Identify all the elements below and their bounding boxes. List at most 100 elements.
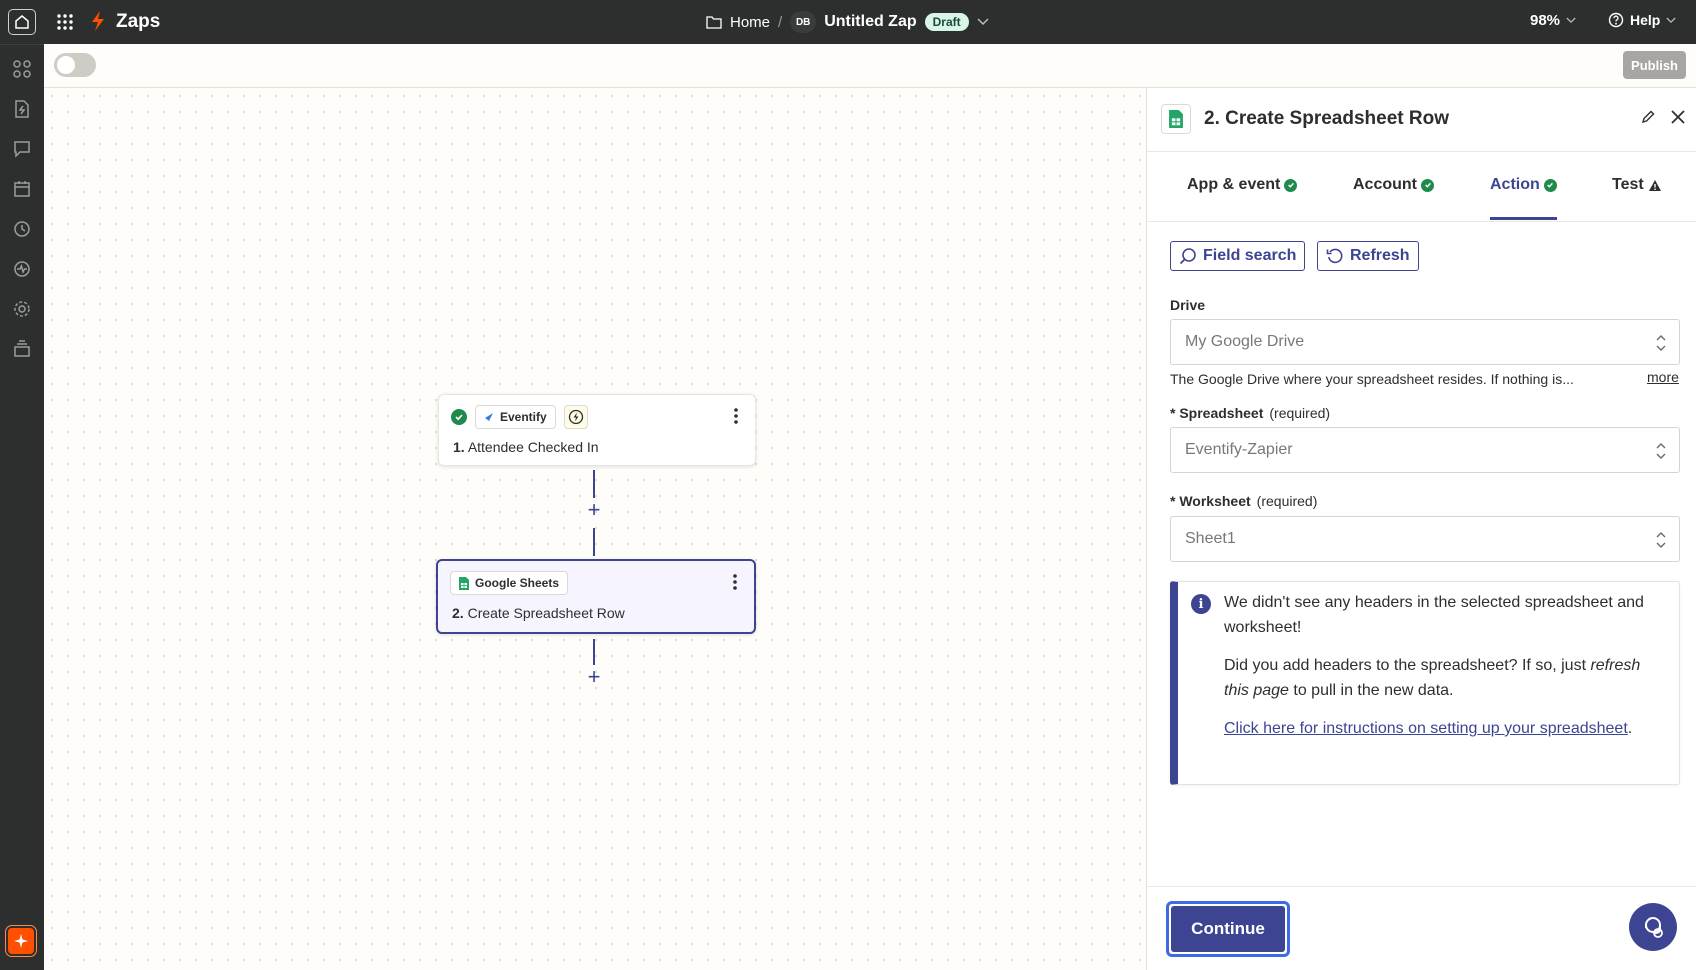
editor-toolbar: Publish (44, 44, 1696, 88)
home-icon (15, 15, 29, 29)
breadcrumb: Home / DB Untitled Zap Draft (706, 11, 989, 33)
apps-icon[interactable] (12, 59, 32, 79)
zoom-level: 98% (1530, 12, 1561, 29)
step-card-trigger[interactable]: Eventify 1. Attendee Checked In (438, 394, 756, 466)
step-title: 1. Attendee Checked In (453, 439, 599, 455)
updown-chevron-icon (1656, 443, 1666, 459)
app-title[interactable]: Zaps (116, 11, 160, 33)
home-button[interactable] (8, 9, 36, 35)
worksheet-label: * Worksheet (required) (1170, 493, 1318, 509)
kebab-menu-icon[interactable] (733, 407, 739, 425)
drive-value: My Google Drive (1185, 333, 1305, 350)
refresh-button[interactable]: Refresh (1317, 241, 1419, 271)
status-badge: Draft (924, 13, 969, 31)
help-menu[interactable]: Help (1608, 12, 1676, 28)
add-step-button[interactable]: + (586, 666, 602, 688)
breadcrumb-separator: / (778, 13, 783, 31)
left-sidebar (0, 44, 44, 970)
panel-footer: Continue (1147, 886, 1696, 970)
settings-gear-icon[interactable] (12, 299, 32, 319)
alert-message: We didn't see any headers in the selecte… (1224, 594, 1644, 636)
panel-title: 2. Create Spreadsheet Row (1204, 108, 1449, 129)
step-tabs: App & event Account Action Test (1147, 152, 1696, 222)
worksheet-value: Sheet1 (1185, 530, 1236, 547)
step-app-name: Eventify (500, 410, 547, 424)
trigger-bolt-icon (563, 405, 588, 429)
connector-line (593, 470, 595, 498)
google-sheets-icon (459, 576, 469, 590)
eventify-logo-icon (485, 413, 493, 421)
kebab-menu-icon[interactable] (732, 573, 738, 591)
zap-file-icon[interactable] (12, 99, 32, 119)
tab-app-event[interactable]: App & event (1187, 176, 1298, 194)
step-complete-icon (451, 409, 467, 425)
spreadsheet-value: Eventify-Zapier (1185, 441, 1293, 458)
chevron-down-icon[interactable] (977, 18, 989, 26)
zoom-control[interactable]: 98% (1530, 12, 1576, 29)
avatar: DB (790, 11, 817, 33)
drive-select[interactable]: My Google Drive (1170, 319, 1680, 365)
refresh-icon (1326, 248, 1343, 264)
step-title: 2. Create Spreadsheet Row (452, 605, 625, 621)
active-tab-indicator (1490, 217, 1557, 220)
app-chip-eventify: Eventify (475, 405, 556, 429)
activity-icon[interactable] (12, 259, 32, 279)
app-grid-button[interactable] (56, 12, 76, 32)
panel-header: 2. Create Spreadsheet Row (1147, 88, 1696, 152)
spreadsheet-label: * Spreadsheet (required) (1170, 405, 1331, 421)
tab-test[interactable]: Test (1612, 176, 1662, 194)
tab-action[interactable]: Action (1490, 176, 1557, 194)
alert-instructions: Click here for instructions on setting u… (1224, 720, 1633, 737)
publish-button[interactable]: Publish (1623, 51, 1686, 79)
app-chip-google-sheets: Google Sheets (450, 571, 569, 595)
continue-button[interactable]: Continue (1166, 901, 1290, 957)
ai-copilot-button[interactable] (5, 925, 37, 957)
grid-icon (57, 14, 73, 30)
chevron-down-icon (1566, 17, 1576, 24)
check-circle-icon (1543, 178, 1557, 192)
add-step-button[interactable]: + (586, 499, 602, 521)
chat-icon[interactable] (12, 139, 32, 159)
zap-name[interactable]: Untitled Zap (824, 13, 916, 31)
field-search-button[interactable]: Field search (1170, 241, 1306, 271)
google-sheets-icon (1161, 104, 1191, 134)
pencil-edit-icon[interactable] (1640, 109, 1656, 125)
instructions-link[interactable]: Click here for instructions on setting u… (1224, 720, 1628, 737)
calendar-icon[interactable] (12, 179, 32, 199)
support-agent-icon (1645, 917, 1663, 938)
breadcrumb-home[interactable]: Home (730, 14, 770, 31)
zap-on-off-toggle[interactable] (54, 53, 96, 77)
alert-hint: Did you add headers to the spreadsheet? … (1224, 657, 1641, 699)
tab-account[interactable]: Account (1353, 176, 1434, 194)
spreadsheet-select[interactable]: Eventify-Zapier (1170, 427, 1680, 473)
step-card-action[interactable]: Google Sheets 2. Create Spreadsheet Row (436, 559, 756, 634)
updown-chevron-icon (1656, 532, 1666, 548)
search-icon (1179, 248, 1196, 265)
worksheet-select[interactable]: Sheet1 (1170, 516, 1680, 562)
chevron-down-icon (1666, 17, 1676, 23)
storage-icon[interactable] (12, 339, 32, 359)
connector-line (593, 528, 595, 556)
info-icon: i (1191, 594, 1211, 614)
more-link[interactable]: more (1647, 369, 1679, 385)
step-app-name: Google Sheets (475, 576, 560, 590)
step-editor-panel: 2. Create Spreadsheet Row App & event Ac… (1146, 88, 1696, 970)
no-headers-alert: i We didn't see any headers in the selec… (1170, 581, 1680, 785)
warning-triangle-icon (1648, 179, 1661, 191)
workflow-canvas[interactable]: Eventify 1. Attendee Checked In + Google… (44, 88, 1146, 970)
top-bar: Zaps Home / DB Untitled Zap Draft 98% He… (0, 0, 1696, 44)
support-chat-button[interactable] (1629, 903, 1677, 951)
history-icon[interactable] (12, 219, 32, 239)
check-circle-icon (1284, 178, 1298, 192)
updown-chevron-icon (1656, 335, 1666, 351)
zap-bolt-icon (90, 10, 106, 32)
help-circle-icon (1608, 12, 1624, 28)
connector-line (593, 639, 595, 665)
drive-help-text: The Google Drive where your spreadsheet … (1170, 371, 1574, 387)
sparkle-icon (14, 934, 28, 948)
help-label: Help (1630, 12, 1661, 28)
drive-label: Drive (1170, 297, 1206, 313)
close-icon[interactable] (1669, 108, 1687, 126)
folder-icon (706, 16, 722, 29)
check-circle-icon (1421, 178, 1434, 192)
